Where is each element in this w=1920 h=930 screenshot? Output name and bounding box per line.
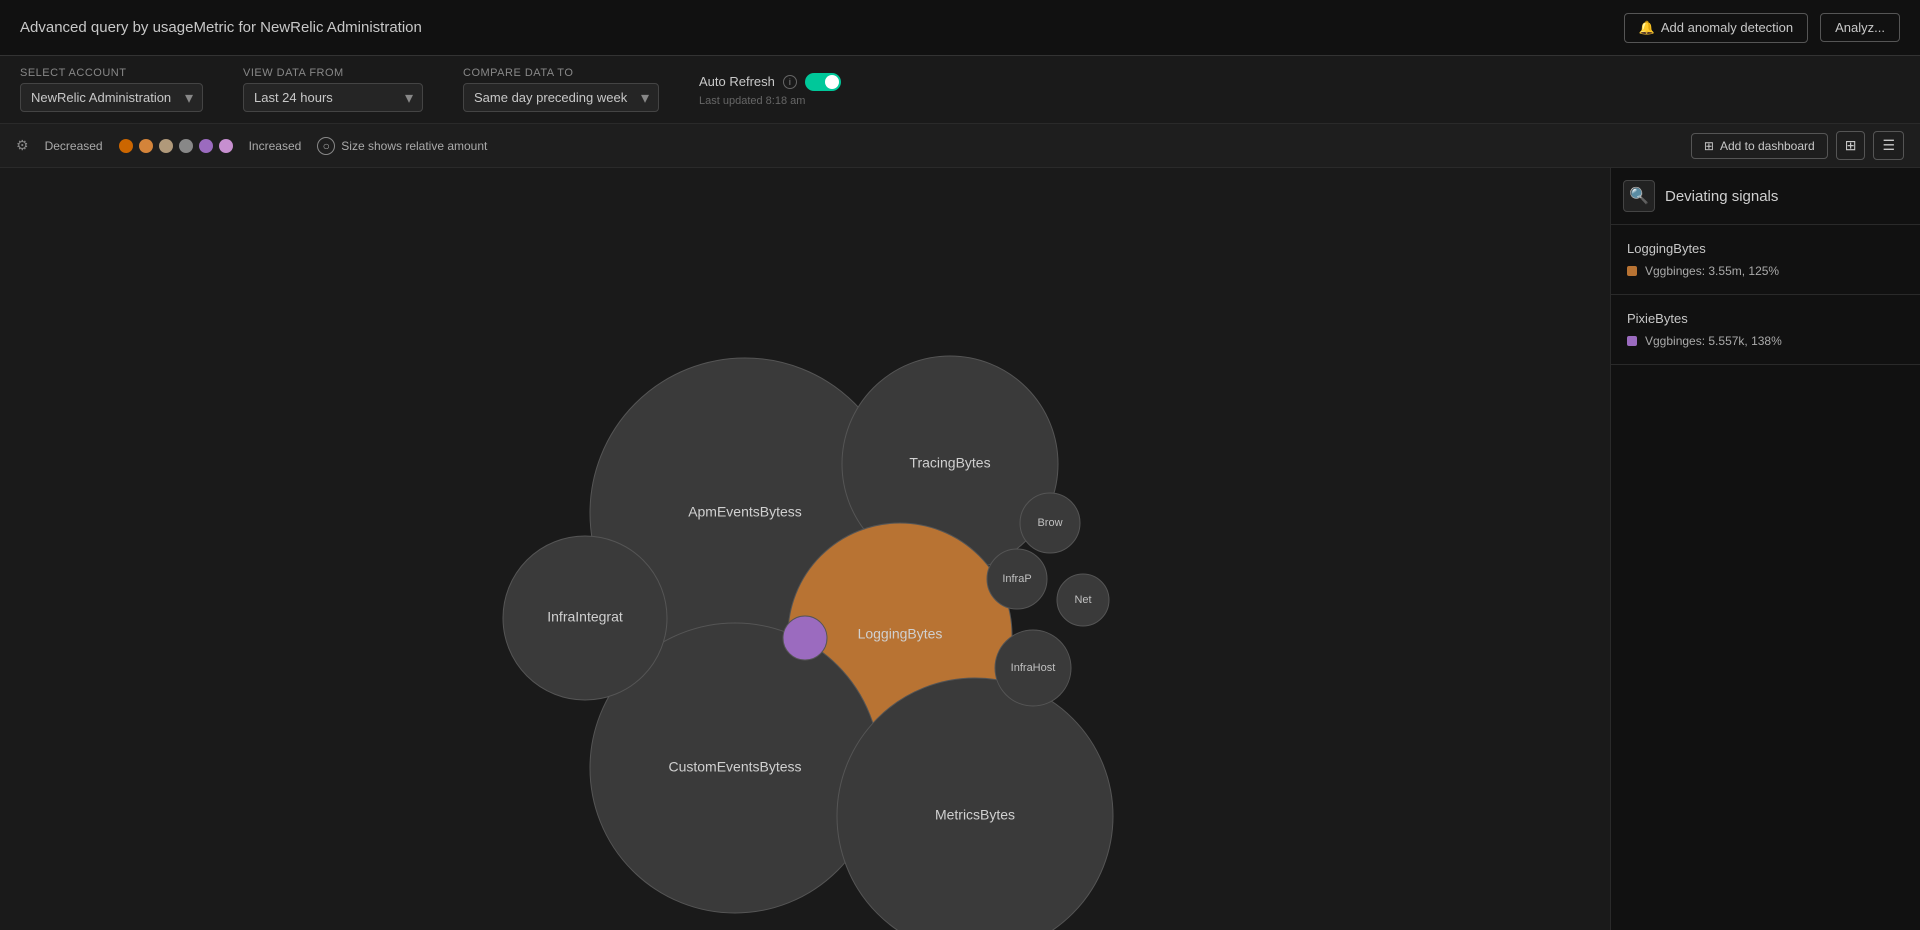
grid-view-button[interactable]: ⊞ (1836, 131, 1866, 160)
signal-sections: LoggingBytes Vggbinges: 3.55m, 125% PixieB… (1611, 225, 1920, 365)
auto-refresh-group: Auto Refresh i Last updated 8:18 am (699, 73, 841, 107)
signal-item[interactable]: Vggbinges: 5.557k, 138% (1627, 334, 1904, 348)
legend-left: ⚙ Decreased Increased ○ Size shows relat… (16, 137, 487, 155)
search-icon-box[interactable]: 🔍 (1623, 180, 1655, 212)
select-account-group: Select account NewRelic Administration (20, 67, 203, 112)
deviating-signals-title: Deviating signals (1665, 188, 1778, 205)
view-data-from-dropdown[interactable]: Last 24 hours (243, 83, 423, 112)
signal-item-label: Vggbinges: 5.557k, 138% (1645, 334, 1782, 348)
info-icon[interactable]: i (783, 75, 797, 89)
compare-data-to-wrapper: Same day preceding week (463, 83, 659, 112)
size-label: Size shows relative amount (341, 139, 487, 153)
legend-dot (159, 139, 173, 153)
select-account-label: Select account (20, 67, 203, 79)
header-actions: 🔔 Add anomaly detection Analyz... (1624, 13, 1900, 43)
decreased-label: Decreased (45, 139, 103, 153)
signal-dot (1627, 336, 1637, 346)
auto-refresh-top: Auto Refresh i (699, 73, 841, 91)
bubble-InfraIntegrat[interactable] (503, 536, 667, 700)
signal-dot (1627, 266, 1637, 276)
bubble-Vggbinges-small[interactable] (783, 616, 827, 660)
signal-section: PixieBytes Vggbinges: 5.557k, 138% (1611, 295, 1920, 365)
last-updated: Last updated 8:18 am (699, 95, 841, 107)
view-data-from-group: View data from Last 24 hours (243, 67, 423, 112)
size-indicator: ○ Size shows relative amount (317, 137, 487, 155)
view-data-from-wrapper: Last 24 hours (243, 83, 423, 112)
main-content: ApmEventsBytessTracingBytesLoggingBytesC… (0, 168, 1920, 930)
bubble-InfraP[interactable] (987, 549, 1047, 609)
auto-refresh-toggle[interactable] (805, 73, 841, 91)
page-title: Advanced query by usageMetric for NewRel… (20, 19, 422, 36)
legend-dot (119, 139, 133, 153)
legend-dot (219, 139, 233, 153)
right-panel: 🔍 Deviating signals LoggingBytes Vggbinge… (1610, 168, 1920, 930)
select-account-wrapper: NewRelic Administration (20, 83, 203, 112)
analyze-button[interactable]: Analyz... (1820, 13, 1900, 42)
signal-section-title: LoggingBytes (1627, 241, 1904, 256)
compare-data-to-label: Compare data to (463, 67, 659, 79)
increased-label: Increased (249, 139, 302, 153)
gear-icon-button[interactable]: ⚙ (16, 137, 29, 154)
signal-section-title: PixieBytes (1627, 311, 1904, 326)
legend-dot (199, 139, 213, 153)
dashboard-icon: ⊞ (1704, 139, 1714, 153)
controls-row: Select account NewRelic Administration V… (0, 56, 1920, 124)
header: Advanced query by usageMetric for NewRel… (0, 0, 1920, 56)
add-to-dashboard-button[interactable]: ⊞ Add to dashboard (1691, 133, 1828, 159)
search-icon: 🔍 (1629, 186, 1649, 206)
legend-dots (119, 139, 233, 153)
view-data-from-label: View data from (243, 67, 423, 79)
bubble-Net[interactable] (1057, 574, 1109, 626)
select-account-dropdown[interactable]: NewRelic Administration (20, 83, 203, 112)
legend-bar: ⚙ Decreased Increased ○ Size shows relat… (0, 124, 1920, 168)
signal-item[interactable]: Vggbinges: 3.55m, 125% (1627, 264, 1904, 278)
compare-data-to-dropdown[interactable]: Same day preceding week (463, 83, 659, 112)
right-panel-search: 🔍 Deviating signals (1611, 168, 1920, 225)
add-anomaly-detection-button[interactable]: 🔔 Add anomaly detection (1624, 13, 1808, 43)
signal-item-label: Vggbinges: 3.55m, 125% (1645, 264, 1779, 278)
auto-refresh-label: Auto Refresh (699, 74, 775, 89)
legend-dot (179, 139, 193, 153)
list-view-button[interactable]: ☰ (1873, 131, 1904, 160)
bubble-Brow[interactable] (1020, 493, 1080, 553)
bubble-InfraHost[interactable] (995, 630, 1071, 706)
bell-icon: 🔔 (1639, 20, 1655, 36)
bubble-chart-area: ApmEventsBytessTracingBytesLoggingBytesC… (0, 168, 1610, 930)
legend-right: ⊞ Add to dashboard ⊞ ☰ (1691, 131, 1904, 160)
size-icon: ○ (317, 137, 335, 155)
compare-data-to-group: Compare data to Same day preceding week (463, 67, 659, 112)
signal-section: LoggingBytes Vggbinges: 3.55m, 125% (1611, 225, 1920, 295)
legend-dot (139, 139, 153, 153)
bubble-chart-svg: ApmEventsBytessTracingBytesLoggingBytesC… (0, 168, 1610, 930)
